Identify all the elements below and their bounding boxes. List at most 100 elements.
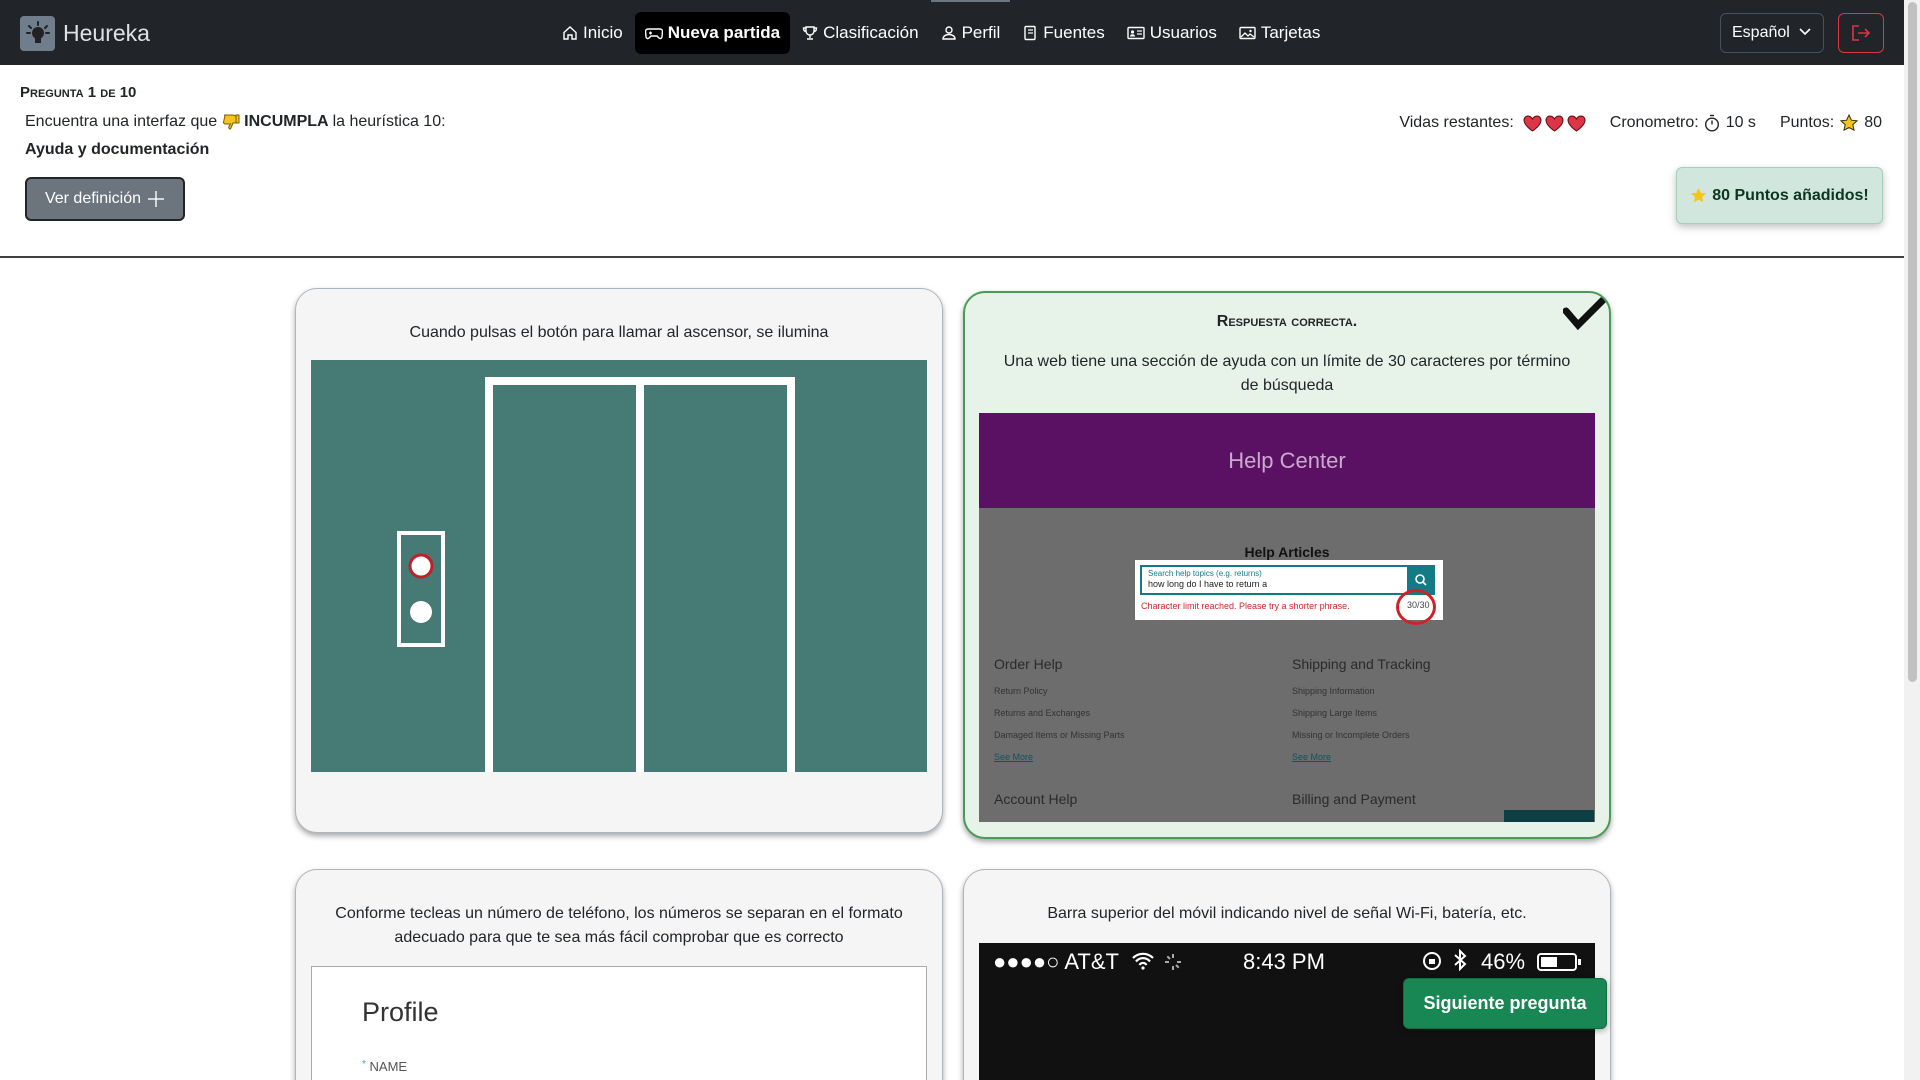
points-label: Puntos:	[1779, 114, 1835, 131]
nav-usuarios[interactable]: Usuarios	[1117, 12, 1227, 54]
heuristic-name: Ayuda y documentación	[25, 141, 210, 158]
nav-fuentes-label: Fuentes	[1043, 23, 1105, 42]
timer-label: Cronometro:	[1609, 114, 1699, 131]
answer-card-elevator[interactable]: Cuando pulsas el botón para llamar al as…	[295, 288, 943, 833]
help-link: Shipping Large Items	[1292, 708, 1378, 718]
profile-name-label-text: NAME	[369, 1059, 408, 1074]
thumbs-down-icon	[223, 114, 240, 130]
logout-button[interactable]	[1838, 13, 1884, 53]
help-error-text: Character limit reached. Please try a sh…	[1141, 601, 1350, 611]
stopwatch-icon	[1704, 114, 1719, 132]
nav-inicio[interactable]: Inicio	[552, 12, 633, 54]
answer-card-correct[interactable]: Respuesta correcta. Una web tiene una se…	[963, 291, 1611, 839]
activity-spinner-icon	[1165, 954, 1181, 970]
answer-card-phone-format[interactable]: Conforme tecleas un número de teléfono, …	[295, 869, 943, 1080]
bluetooth-icon	[1454, 949, 1467, 971]
help-link: Returns and Exchanges	[994, 708, 1091, 718]
card-description: Barra superior del móvil indicando nivel…	[1047, 905, 1527, 922]
controller-icon	[644, 28, 663, 40]
timer: Cronometro: 10 s	[1610, 114, 1756, 132]
question-prompt: Encuentra una interfaz que INCUMPLA la h…	[25, 113, 446, 131]
wifi-icon	[1132, 952, 1154, 970]
game-stats: Vidas restantes: Cronometro: 10 s Puntos…	[1375, 114, 1882, 132]
help-link: Missing or Incomplete Orders	[1292, 730, 1410, 740]
help-center-screenshot: Help Center Help Articles Search help to…	[979, 413, 1595, 822]
nav-perfil[interactable]: Perfil	[930, 0, 1011, 54]
status-time: 8:43 PM	[1243, 949, 1325, 974]
profile-name-label: * NAME	[362, 1059, 408, 1074]
star-icon	[1840, 114, 1859, 132]
next-question-button[interactable]: Siguiente pregunta	[1403, 978, 1607, 1029]
lives-label: Vidas restantes:	[1399, 114, 1514, 131]
help-search-value: how long do I have to return a	[1148, 579, 1268, 589]
heart-icon	[1545, 114, 1564, 132]
nav-nueva-partida-label: Nueva partida	[667, 23, 781, 42]
help-col2-list: Shipping Information Shipping Large Item…	[1292, 680, 1410, 768]
star-icon	[1691, 187, 1707, 203]
help-col4-title: Billing and Payment	[1292, 791, 1416, 807]
help-search-input: Search help topics (e.g. returns) how lo…	[1140, 565, 1408, 595]
nav-usuarios-label: Usuarios	[1149, 23, 1217, 42]
chevron-down-icon	[1799, 28, 1811, 36]
points: Puntos: 80	[1780, 114, 1882, 132]
image-icon	[1239, 26, 1256, 40]
heart-icon	[1567, 114, 1586, 132]
brand-name: Heureka	[63, 19, 150, 46]
nav-tarjetas[interactable]: Tarjetas	[1229, 12, 1331, 54]
nav-tarjetas-label: Tarjetas	[1260, 23, 1321, 42]
help-link: Shipping Information	[1292, 686, 1375, 696]
question-suffix: la heurística 10:	[332, 113, 446, 130]
heart-icon	[1523, 114, 1542, 132]
answer-card-status-bar[interactable]: Barra superior del móvil indicando nivel…	[963, 869, 1611, 1080]
help-link: Damaged Items or Missing Parts	[994, 730, 1125, 740]
nav-fuentes[interactable]: Fuentes	[1012, 12, 1114, 54]
nav-clasificacion[interactable]: Clasificación	[792, 12, 928, 54]
lives: Vidas restantes:	[1399, 114, 1586, 132]
help-articles-title: Help Articles	[1244, 544, 1330, 560]
profile-form-screenshot: Profile * NAME	[311, 966, 927, 1080]
lives-hearts	[1520, 114, 1586, 132]
question-verb: INCUMPLA	[244, 113, 329, 130]
status-battery: 46%	[1481, 949, 1526, 974]
help-col1-list: Return Policy Returns and Exchanges Dama…	[994, 680, 1125, 768]
help-col2-title: Shipping and Tracking	[1292, 656, 1431, 672]
help-see-more: See More	[994, 752, 1034, 762]
profile-form-title: Profile	[362, 997, 439, 1027]
language-select-value: Español	[1732, 24, 1790, 41]
person-card-icon	[1127, 26, 1145, 40]
help-search-box: Search help topics (e.g. returns) how lo…	[1135, 560, 1443, 625]
status-carrier: ●●●●○ AT&T	[993, 949, 1119, 974]
highlight-circle	[1396, 589, 1436, 625]
card-description: Una web tiene una sección de ayuda con u…	[1003, 353, 1571, 394]
help-col1-title: Order Help	[994, 656, 1063, 672]
brand[interactable]: Heureka	[20, 15, 150, 51]
correct-answer-title: Respuesta correcta.	[1216, 313, 1358, 330]
points-toast: 80 Puntos añadidos!	[1676, 167, 1883, 224]
nav-nueva-partida[interactable]: Nueva partida	[634, 12, 791, 54]
lightbulb-icon	[20, 15, 55, 51]
points-value: 80	[1864, 114, 1882, 131]
nav-perfil-label: Perfil	[961, 23, 1001, 42]
question-counter: Pregunta 1 de 10	[20, 84, 137, 101]
language-select[interactable]: Español	[1720, 13, 1824, 53]
scrollbar-thumb[interactable]	[1908, 2, 1917, 682]
help-header: Help Center	[979, 413, 1595, 508]
page-scrollbar[interactable]	[1904, 0, 1920, 1080]
checkmark-icon	[1563, 293, 1609, 331]
logout-icon	[1852, 25, 1871, 41]
card-description: Conforme tecleas un número de teléfono, …	[335, 905, 903, 946]
header-divider	[0, 256, 1904, 258]
nav-inicio-label: Inicio	[583, 23, 623, 42]
elevator-illustration	[311, 360, 927, 772]
card-description: Cuando pulsas el botón para llamar al as…	[409, 324, 829, 341]
definition-button[interactable]: Ver definición	[25, 177, 185, 221]
plus-icon	[148, 191, 165, 207]
help-search-placeholder: Search help topics (e.g. returns)	[1148, 569, 1262, 578]
navbar: Heureka Inicio Nueva partida Clasificaci…	[0, 0, 1904, 65]
definition-button-label: Ver definición	[44, 190, 142, 207]
help-link: Return Policy	[994, 686, 1048, 696]
main-nav: Inicio Nueva partida Clasificación Perfi…	[552, 0, 1332, 54]
nav-clasificacion-label: Clasificación	[823, 23, 919, 42]
toast-text: 80 Puntos añadidos!	[1712, 186, 1869, 204]
book-icon	[1024, 25, 1036, 41]
